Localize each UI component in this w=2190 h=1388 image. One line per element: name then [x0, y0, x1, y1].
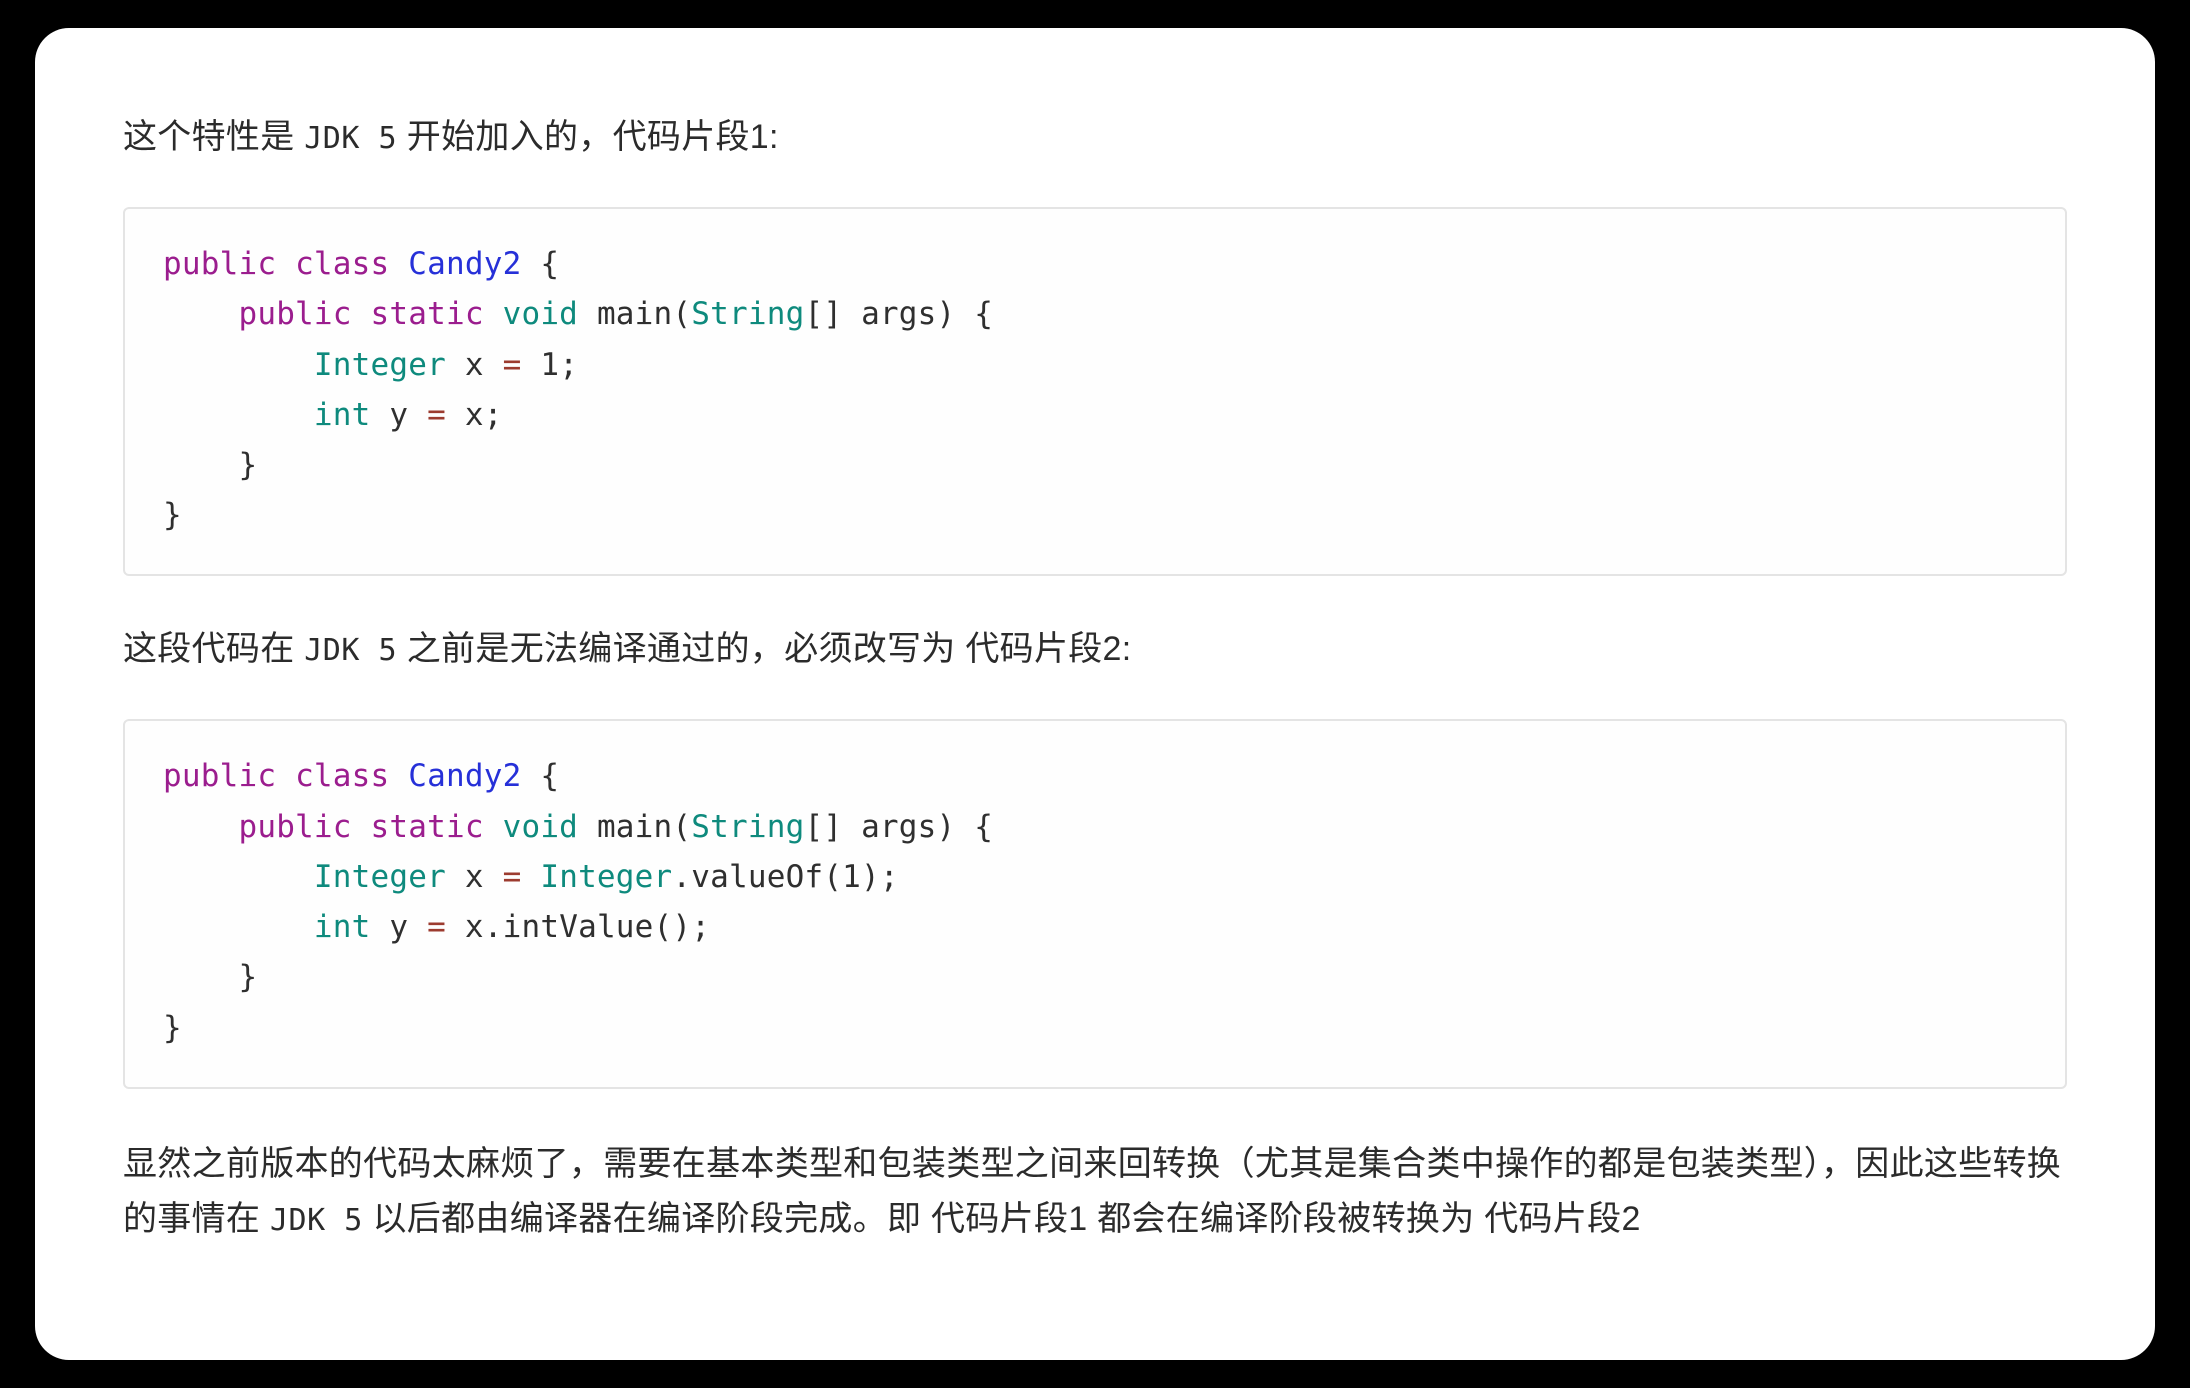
- code-token: Candy2: [408, 246, 522, 283]
- code-token: }: [163, 497, 182, 534]
- code-block-1: public class Candy2 { public static void…: [123, 207, 2067, 577]
- code-block-2-content: public class Candy2 { public static void…: [163, 751, 2027, 1052]
- code-token: ;: [483, 396, 503, 433]
- code-token: class: [295, 246, 390, 283]
- code-token: int: [313, 396, 371, 433]
- code-token: =: [427, 396, 447, 433]
- code-token: String: [691, 296, 805, 333]
- paragraph-last-text-2: 以后都由编译器在编译阶段完成。即 代码片段1 都会在编译阶段被转换为 代码片段2: [362, 1199, 1641, 1238]
- code-token: args: [861, 808, 937, 845]
- code-token: public: [163, 758, 277, 795]
- code-token: int: [313, 909, 371, 946]
- code-token: class: [295, 758, 390, 795]
- code-token: =: [427, 909, 447, 946]
- code-token: public: [163, 246, 277, 283]
- code-token: Integer: [540, 858, 673, 895]
- code-token: y: [389, 909, 409, 946]
- document-content: 这个特性是 JDK 5 开始加入的，代码片段1: public class Ca…: [35, 28, 2155, 1247]
- code-token: []: [804, 296, 862, 333]
- code-token: ) {: [936, 296, 994, 333]
- code-token: String: [691, 808, 805, 845]
- code-block-2: public class Candy2 { public static void…: [123, 719, 2067, 1089]
- code-token: {: [521, 758, 560, 795]
- code-token: static: [370, 808, 484, 845]
- code-token: {: [521, 246, 560, 283]
- paragraph-middle-text-1: 这段代码在: [123, 630, 305, 669]
- code-token: }: [163, 959, 258, 996]
- code-token: 1: [842, 858, 862, 895]
- document-card: 这个特性是 JDK 5 开始加入的，代码片段1: public class Ca…: [35, 28, 2155, 1360]
- code-token: Candy2: [408, 758, 522, 795]
- paragraph-intro: 这个特性是 JDK 5 开始加入的，代码片段1:: [95, 110, 2095, 165]
- code-token: ) {: [936, 808, 994, 845]
- code-token: []: [804, 808, 862, 845]
- code-block-1-content: public class Candy2 { public static void…: [163, 239, 2027, 540]
- code-token: Integer: [313, 858, 446, 895]
- code-token: .valueOf(: [672, 858, 843, 895]
- paragraph-intro-text-2: 开始加入的，代码片段1:: [397, 118, 779, 156]
- code-token: }: [163, 446, 258, 483]
- code-token: void: [502, 296, 579, 333]
- paragraph-last-jdk-version: JDK 5: [269, 1202, 363, 1238]
- code-token: x: [464, 396, 484, 433]
- code-token: x: [464, 909, 484, 946]
- code-token: Integer: [313, 346, 446, 383]
- paragraph-last: 显然之前版本的代码太麻烦了，需要在基本类型和包装类型之间来回转换（尤其是集合类中…: [95, 1137, 2095, 1247]
- code-token: args: [861, 296, 937, 333]
- paragraph-middle: 这段代码在 JDK 5 之前是无法编译通过的，必须改写为 代码片段2:: [95, 622, 2095, 677]
- paragraph-intro-jdk-version: JDK 5: [304, 121, 398, 156]
- paragraph-middle-jdk-version: JDK 5: [304, 633, 398, 669]
- code-token: 1: [540, 346, 560, 383]
- code-token: x: [464, 346, 484, 383]
- code-token: =: [502, 346, 522, 383]
- code-token: .intValue();: [483, 909, 711, 946]
- code-token: (: [672, 808, 692, 845]
- paragraph-middle-text-2: 之前是无法编译通过的，必须改写为 代码片段2:: [397, 630, 1132, 669]
- code-token: (: [672, 296, 692, 333]
- code-token: y: [389, 396, 409, 433]
- code-token: main: [596, 296, 673, 333]
- code-token: x: [464, 858, 484, 895]
- code-token: ;: [559, 346, 579, 383]
- code-token: );: [861, 858, 899, 895]
- code-token: =: [502, 858, 522, 895]
- code-token: public: [238, 808, 352, 845]
- code-token: }: [163, 1009, 182, 1046]
- code-token: public: [238, 296, 352, 333]
- code-token: main: [596, 808, 673, 845]
- code-token: void: [502, 808, 579, 845]
- paragraph-intro-text-1: 这个特性是: [123, 118, 305, 156]
- code-token: static: [370, 296, 484, 333]
